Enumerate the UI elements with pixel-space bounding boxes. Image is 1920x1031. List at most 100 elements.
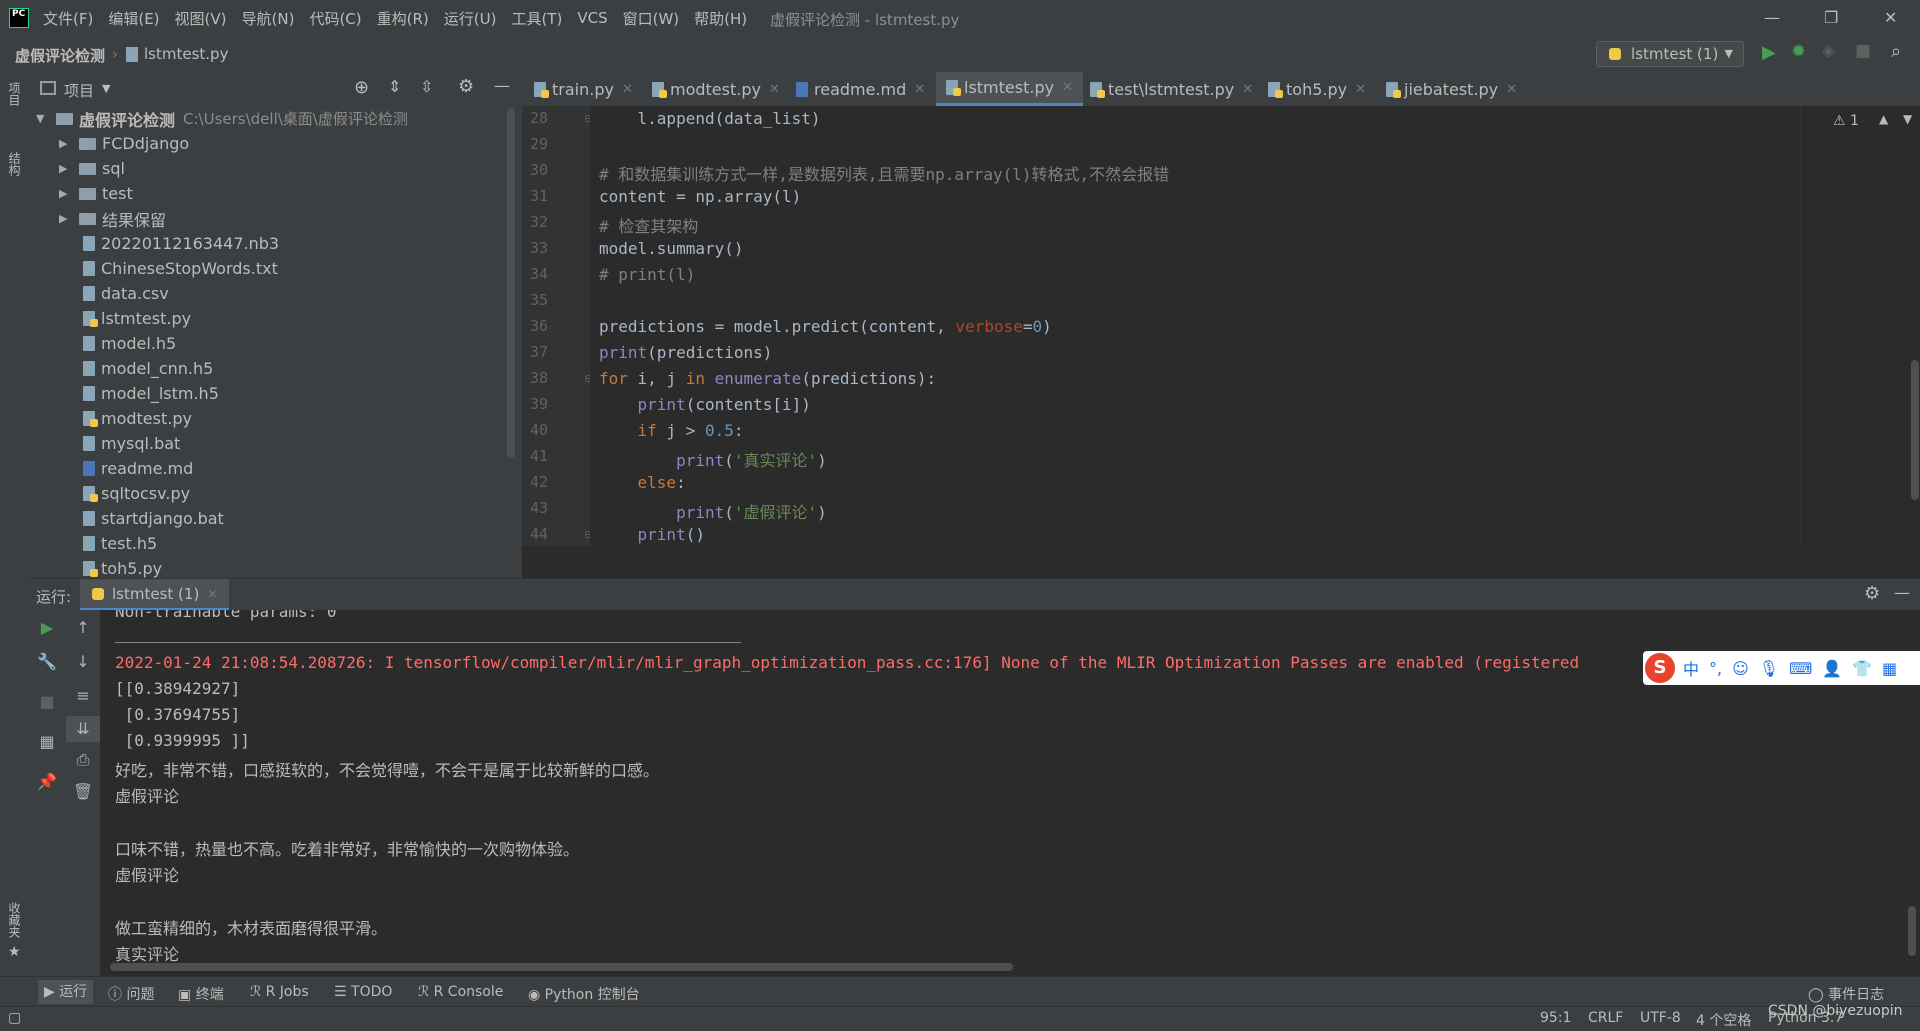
tree-file[interactable]: test.h5 xyxy=(83,531,157,556)
user-icon[interactable]: 👤 xyxy=(1822,659,1842,678)
ime-punctuation[interactable]: °, xyxy=(1709,659,1722,678)
tab-test-lstmtest[interactable]: test\lstmtest.py ✕ xyxy=(1090,72,1253,106)
warning-count[interactable]: ⚠ 1 xyxy=(1833,113,1859,129)
cursor-position[interactable]: 95:1 xyxy=(1540,1010,1571,1026)
minimize-button[interactable]: — xyxy=(1764,8,1780,27)
tree-file[interactable]: toh5.py xyxy=(83,556,162,578)
close-icon[interactable]: ✕ xyxy=(1355,82,1366,97)
tool-python-console[interactable]: ◉ Python 控制台 xyxy=(528,984,640,1004)
menu-window[interactable]: 窗口(W) xyxy=(623,8,680,29)
close-icon[interactable]: ✕ xyxy=(914,82,925,97)
favorites-tool-button[interactable]: 收藏夹 xyxy=(6,902,23,938)
hide-icon[interactable]: — xyxy=(1894,583,1910,602)
tree-file[interactable]: ChineseStopWords.txt xyxy=(83,256,278,281)
breadcrumb-file[interactable]: lstmtest.py xyxy=(144,45,228,63)
arrow-down-icon[interactable]: ↓ xyxy=(66,652,100,671)
project-panel-title[interactable]: 项目 xyxy=(64,80,94,101)
locate-icon[interactable]: ⊕ xyxy=(354,77,369,98)
scroll-to-end-icon[interactable]: ⇊ xyxy=(66,716,100,742)
tool-todo[interactable]: ☰ TODO xyxy=(334,984,392,1000)
close-icon[interactable]: ✕ xyxy=(769,82,780,97)
wrench-icon[interactable]: 🔧 xyxy=(28,652,66,671)
run-icon[interactable]: ▶ xyxy=(1762,42,1776,63)
close-icon[interactable]: ✕ xyxy=(1506,82,1517,97)
trash-icon[interactable]: 🗑 xyxy=(66,782,100,801)
coverage-icon[interactable]: ◈ xyxy=(1822,41,1835,61)
menu-refactor[interactable]: 重构(R) xyxy=(377,8,429,29)
tree-file[interactable]: model_lstm.h5 xyxy=(83,381,219,406)
tab-train[interactable]: train.py ✕ xyxy=(534,72,633,106)
gear-icon[interactable]: ⚙ xyxy=(1864,583,1880,604)
print-icon[interactable]: ⎙ xyxy=(66,750,100,770)
tab-readme[interactable]: readme.md ✕ xyxy=(796,72,925,106)
tree-file[interactable]: 20220112163447.nb3 xyxy=(83,231,279,256)
project-tool-button[interactable]: 项目 xyxy=(6,82,23,106)
event-log[interactable]: ◯ 事件日志 xyxy=(1808,984,1884,1004)
menu-run[interactable]: 运行(U) xyxy=(444,8,497,29)
tab-modtest[interactable]: modtest.py ✕ xyxy=(652,72,780,106)
project-scrollbar[interactable] xyxy=(507,108,515,458)
run-configuration-select[interactable]: lstmtest (1) ▼ xyxy=(1596,41,1744,67)
tree-file[interactable]: startdjango.bat xyxy=(83,506,224,531)
layout-toggle-icon[interactable]: ▢ xyxy=(8,1010,21,1026)
line-separator[interactable]: CRLF xyxy=(1588,1010,1623,1026)
emoji-icon[interactable]: ☺ xyxy=(1732,659,1749,678)
soft-wrap-icon[interactable]: ≡ xyxy=(66,686,100,705)
tool-r-jobs[interactable]: ℛ R Jobs xyxy=(250,984,309,1000)
indent-setting[interactable]: 4 个空格 xyxy=(1696,1010,1751,1030)
menu-edit[interactable]: 编辑(E) xyxy=(108,8,159,29)
structure-tool-button[interactable]: 结构 xyxy=(6,152,23,176)
code-editor[interactable]: l.append(data_list) # 和数据集训练方式一样,是数据列表,且… xyxy=(590,106,1800,546)
menu-view[interactable]: 视图(V) xyxy=(175,8,227,29)
skin-icon[interactable]: 👕 xyxy=(1852,659,1872,678)
tree-folder[interactable]: ▶ 结果保留 xyxy=(59,206,166,231)
tool-r-console[interactable]: ℛ R Console xyxy=(418,984,503,1000)
tree-folder[interactable]: ▶ test xyxy=(59,181,133,206)
close-icon[interactable]: ✕ xyxy=(1242,82,1253,97)
tree-root[interactable]: ▼ 虚假评论检测 C:\Users\dell\桌面\虚假评论检测 xyxy=(36,106,408,131)
tree-file[interactable]: lstmtest.py xyxy=(83,306,191,331)
close-icon[interactable]: ✕ xyxy=(207,587,217,601)
rerun-icon[interactable]: ▶ xyxy=(28,618,66,637)
tree-file[interactable]: sqltocsv.py xyxy=(83,481,190,506)
menu-tools[interactable]: 工具(T) xyxy=(511,8,562,29)
tool-run[interactable]: ▶ 运行 xyxy=(38,980,94,1004)
editor-scrollbar[interactable] xyxy=(1911,360,1919,500)
expand-all-icon[interactable]: ⇕ xyxy=(388,77,401,96)
tree-file[interactable]: data.csv xyxy=(83,281,169,306)
hide-icon[interactable]: — xyxy=(494,76,510,95)
tree-folder[interactable]: ▶ sql xyxy=(59,156,125,181)
tab-lstmtest[interactable]: lstmtest.py ✕ xyxy=(936,72,1083,106)
menu-file[interactable]: 文件(F) xyxy=(43,8,93,29)
gear-icon[interactable]: ⚙ xyxy=(458,76,474,97)
tree-file[interactable]: model.h5 xyxy=(83,331,176,356)
collapse-all-icon[interactable]: ⇳ xyxy=(420,77,433,96)
menu-navigate[interactable]: 导航(N) xyxy=(242,8,295,29)
close-icon[interactable]: ✕ xyxy=(622,82,633,97)
pin-icon[interactable]: 📌 xyxy=(28,772,66,791)
tree-file[interactable]: mysql.bat xyxy=(83,431,180,456)
console-horizontal-scrollbar[interactable] xyxy=(110,963,1013,971)
chevron-down-icon[interactable]: ▼ xyxy=(102,82,110,95)
run-tab[interactable]: lstmtest (1) ✕ xyxy=(80,579,230,611)
menu-help[interactable]: 帮助(H) xyxy=(694,8,747,29)
stop-icon[interactable]: ■ xyxy=(1855,41,1871,61)
restore-button[interactable]: ❐ xyxy=(1824,8,1838,27)
search-icon[interactable]: ⌕ xyxy=(1891,41,1901,62)
layout-icon[interactable]: ▦ xyxy=(28,732,66,751)
close-button[interactable]: ✕ xyxy=(1884,8,1897,27)
menu-vcs[interactable]: VCS xyxy=(577,9,607,27)
keyboard-icon[interactable]: ⌨ xyxy=(1789,659,1812,678)
arrow-up-icon[interactable]: ↑ xyxy=(66,618,100,637)
tree-file[interactable]: model_cnn.h5 xyxy=(83,356,213,381)
close-icon[interactable]: ✕ xyxy=(1062,80,1073,95)
console-vertical-scrollbar[interactable] xyxy=(1908,906,1916,956)
ime-language[interactable]: 中 xyxy=(1683,656,1699,680)
chevron-down-icon[interactable]: ▼ xyxy=(1903,112,1912,126)
microphone-icon[interactable]: 🎙 xyxy=(1759,659,1779,678)
tool-problems[interactable]: ⓘ 问题 xyxy=(108,984,154,1004)
tab-jiebatest[interactable]: jiebatest.py ✕ xyxy=(1386,72,1517,106)
file-encoding[interactable]: UTF-8 xyxy=(1640,1010,1681,1026)
toolbox-icon[interactable]: ▦ xyxy=(1882,659,1897,678)
menu-code[interactable]: 代码(C) xyxy=(309,8,361,29)
